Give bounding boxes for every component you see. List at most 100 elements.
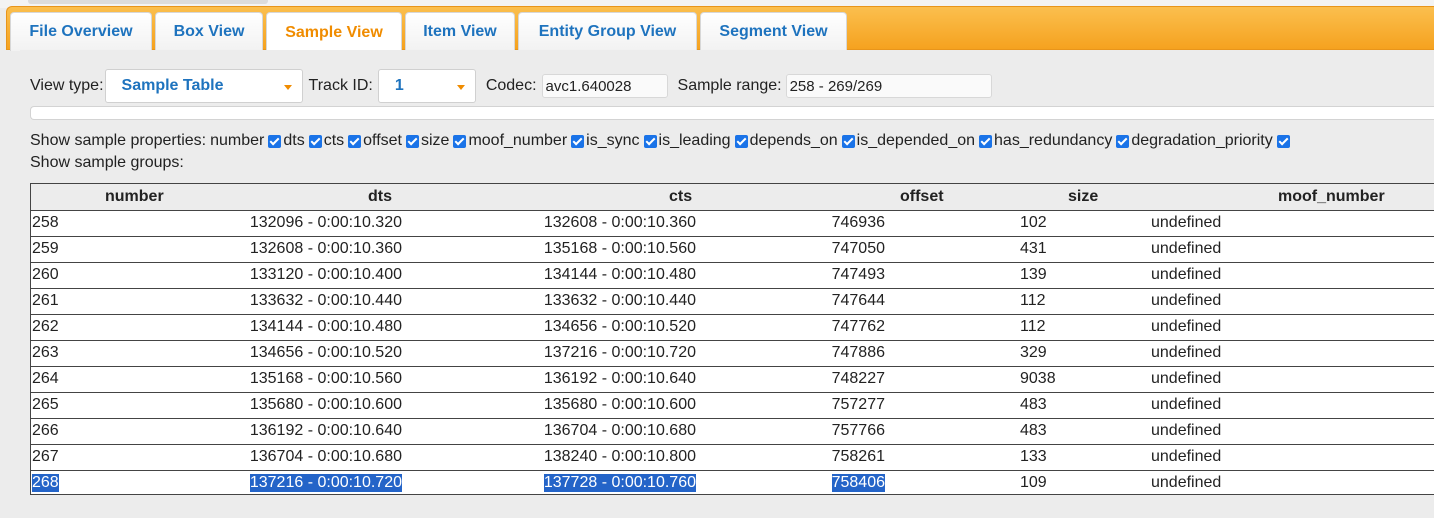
- cell-offset: 757766: [831, 422, 885, 439]
- codec-label: Codec:: [485, 77, 537, 94]
- cell-offset: 748227: [831, 370, 885, 387]
- chevron-down-icon: [283, 85, 292, 90]
- cell-dts: 135680 - 0:00:10.600: [249, 396, 402, 413]
- track-id-label: Track ID:: [308, 77, 373, 94]
- view-type-select[interactable]: Sample Table: [104, 69, 303, 103]
- cell-dts: 134144 - 0:00:10.480: [249, 318, 402, 335]
- column-header-moof-number[interactable]: moof_number: [1278, 188, 1385, 206]
- sample-properties-row: Show sample properties: number dts cts o…: [30, 132, 1292, 150]
- prop-is-leading-label: is_leading: [658, 132, 731, 149]
- prop-depends-on-checkbox[interactable]: [841, 134, 855, 148]
- sample-properties-label: Show sample properties:: [30, 132, 207, 149]
- sample-range-field: 258 - 269/269: [785, 74, 992, 98]
- table-row[interactable]: 264 135168 - 0:00:10.560 136192 - 0:00:10.…: [31, 367, 1434, 393]
- tab-sample-view[interactable]: Sample View: [266, 12, 402, 52]
- prop-is-sync-label: is_sync: [586, 132, 640, 149]
- column-header-dts[interactable]: dts: [368, 188, 392, 206]
- table-row[interactable]: 267 136704 - 0:00:10.680 138240 - 0:00:10.…: [31, 445, 1434, 471]
- cell-cts: 137728 - 0:00:10.760: [543, 474, 696, 492]
- prop-has-redundancy-checkbox[interactable]: [1116, 134, 1130, 148]
- cell-number: 262: [32, 318, 59, 335]
- cell-number: 267: [32, 448, 59, 465]
- prop-is-sync-checkbox[interactable]: [643, 134, 657, 148]
- cell-offset: 758406: [831, 474, 885, 492]
- cell-cts: 136704 - 0:00:10.680: [543, 422, 696, 439]
- chevron-down-icon: [456, 85, 465, 90]
- cell-cts: 135168 - 0:00:10.560: [543, 240, 696, 257]
- prop-cts-label: cts: [323, 132, 345, 149]
- sample-range-slider[interactable]: [30, 106, 1434, 120]
- table-row[interactable]: 261 133632 - 0:00:10.440 133632 - 0:00:10.…: [31, 289, 1434, 315]
- cell-offset: 747493: [831, 266, 885, 283]
- cell-moof-number: undefined: [1151, 474, 1222, 491]
- cell-size: 329: [1020, 344, 1047, 361]
- cell-cts: 134656 - 0:00:10.520: [543, 318, 696, 335]
- cell-cts: 138240 - 0:00:10.800: [543, 448, 696, 465]
- prop-is-depended-on-label: is_depended_on: [856, 132, 976, 149]
- column-header-offset[interactable]: offset: [900, 188, 944, 206]
- cell-number: 261: [32, 292, 59, 309]
- prop-degradation-priority-checkbox[interactable]: [1276, 134, 1290, 148]
- cell-number: 265: [32, 396, 59, 413]
- scroll-thumb[interactable]: [28, 0, 268, 4]
- table-row[interactable]: 266 136192 - 0:00:10.640 136704 - 0:00:10.…: [31, 419, 1434, 445]
- cell-offset: 757277: [831, 396, 885, 413]
- track-id-select[interactable]: 1: [377, 69, 476, 103]
- prop-number-label: number: [210, 132, 265, 149]
- prop-is-depended-on-checkbox[interactable]: [979, 134, 993, 148]
- tab-segment-view[interactable]: Segment View: [700, 12, 847, 51]
- prop-moof-number-checkbox[interactable]: [571, 134, 585, 148]
- cell-size: 9038: [1020, 370, 1056, 387]
- table-row[interactable]: 262 134144 - 0:00:10.480 134656 - 0:00:10.…: [31, 315, 1434, 341]
- sample-range-label: Sample range:: [677, 77, 782, 94]
- cell-size: 139: [1020, 266, 1047, 283]
- cell-offset: 747762: [831, 318, 885, 335]
- table-header: number dts cts offset size moof_number: [31, 184, 1434, 211]
- prop-depends-on-label: depends_on: [749, 132, 838, 149]
- table-row[interactable]: 263 134656 - 0:00:10.520 137216 - 0:00:10.…: [31, 341, 1434, 367]
- prop-number-checkbox[interactable]: [268, 134, 282, 148]
- cell-offset: 758261: [831, 448, 885, 465]
- cell-moof-number: undefined: [1151, 448, 1222, 465]
- cell-number: 258: [32, 214, 59, 231]
- tab-box-view[interactable]: Box View: [155, 12, 263, 51]
- cell-cts: 132608 - 0:00:10.360: [543, 214, 696, 231]
- cell-offset: 747886: [831, 344, 885, 361]
- prop-dts-checkbox[interactable]: [308, 134, 322, 148]
- column-header-cts[interactable]: cts: [669, 188, 692, 206]
- prop-has-redundancy-label: has_redundancy: [994, 132, 1113, 149]
- cell-size: 102: [1020, 214, 1047, 231]
- column-header-size[interactable]: size: [1068, 188, 1098, 206]
- cell-size: 431: [1020, 240, 1047, 257]
- track-id-value: 1: [394, 77, 404, 94]
- cell-number: 263: [32, 344, 59, 361]
- cell-size: 483: [1020, 422, 1047, 439]
- prop-cts-checkbox[interactable]: [348, 134, 362, 148]
- tab-entity-group-view[interactable]: Entity Group View: [518, 12, 697, 51]
- controls-row: View type: Sample Table Track ID: 1 Code…: [30, 69, 992, 103]
- cell-dts: 136192 - 0:00:10.640: [249, 422, 402, 439]
- cell-cts: 136192 - 0:00:10.640: [543, 370, 696, 387]
- cell-moof-number: undefined: [1151, 292, 1222, 309]
- cell-size: 112: [1020, 318, 1046, 335]
- table-row[interactable]: 258 132096 - 0:00:10.320 132608 - 0:00:10.…: [31, 211, 1434, 237]
- prop-offset-checkbox[interactable]: [405, 134, 419, 148]
- prop-is-leading-checkbox[interactable]: [734, 134, 748, 148]
- sample-table: number dts cts offset size moof_number 2…: [30, 183, 1434, 495]
- column-header-number[interactable]: number: [105, 188, 164, 206]
- view-type-label: View type:: [30, 77, 104, 94]
- cell-dts: 132608 - 0:00:10.360: [249, 240, 402, 257]
- table-body: 258 132096 - 0:00:10.320 132608 - 0:00:10.…: [31, 211, 1434, 494]
- table-row[interactable]: 268 137216 - 0:00:10.720 137728 - 0:00:10.…: [31, 471, 1434, 494]
- cell-number: 268: [32, 474, 59, 492]
- table-row[interactable]: 265 135680 - 0:00:10.600 135680 - 0:00:10.…: [31, 393, 1434, 419]
- tab-file-overview[interactable]: File Overview: [10, 12, 152, 51]
- cell-number: 260: [32, 266, 59, 283]
- table-row[interactable]: 260 133120 - 0:00:10.400 134144 - 0:00:10.…: [31, 263, 1434, 289]
- prop-size-checkbox[interactable]: [453, 134, 467, 148]
- sample-groups-label: Show sample groups:: [30, 154, 184, 171]
- table-row[interactable]: 259 132608 - 0:00:10.360 135168 - 0:00:10.…: [31, 237, 1434, 263]
- cell-dts: 133632 - 0:00:10.440: [249, 292, 402, 309]
- tab-item-view[interactable]: Item View: [405, 12, 515, 51]
- cell-moof-number: undefined: [1151, 422, 1222, 439]
